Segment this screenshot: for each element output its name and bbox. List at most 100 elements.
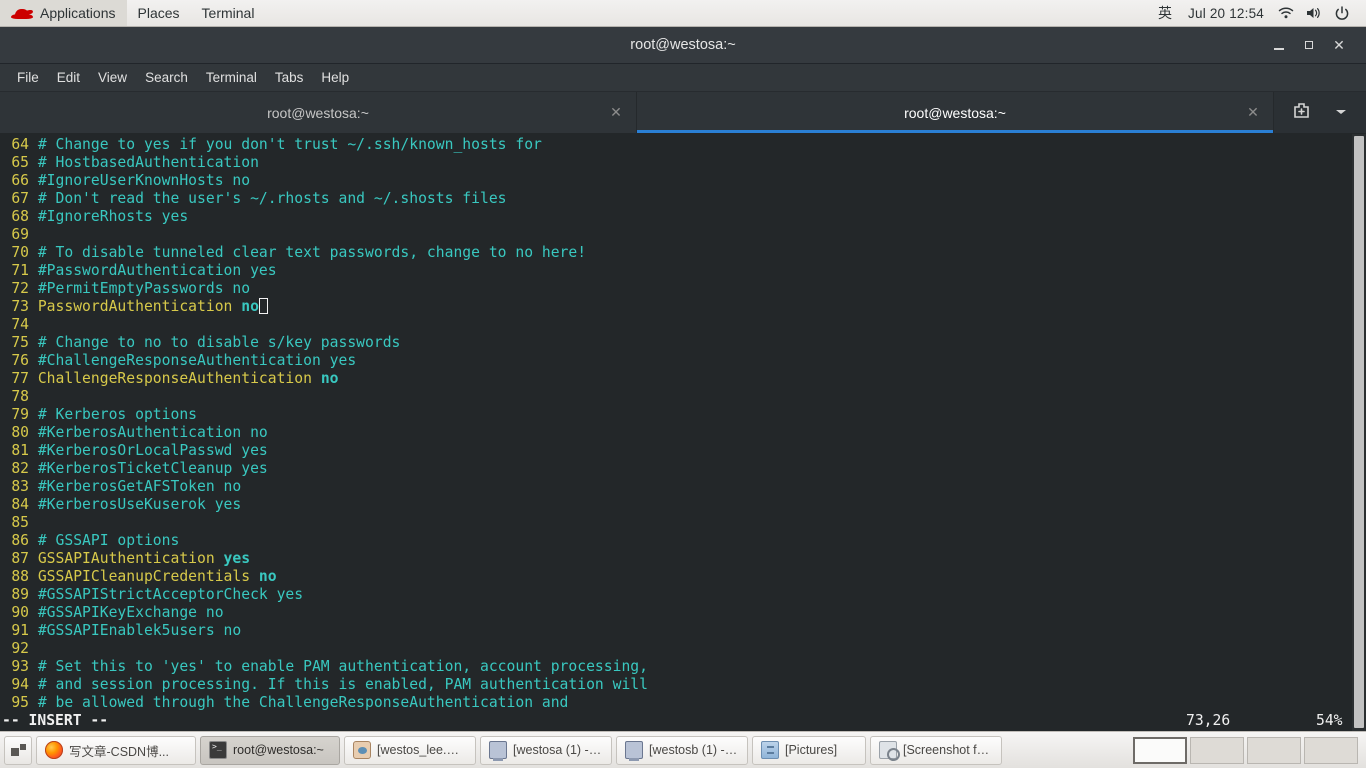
input-method-indicator[interactable]: 英: [1150, 3, 1180, 23]
menu-help[interactable]: Help: [312, 64, 358, 91]
editor-line: 82 #KerberosTicketCleanup yes: [0, 460, 1352, 478]
close-button[interactable]: ✕: [1324, 32, 1354, 58]
comment-text: # To disable tunneled clear text passwor…: [37, 244, 587, 261]
line-number: 81: [11, 442, 29, 459]
top-panel: Applications Places Terminal 英 Jul 20 12…: [0, 0, 1366, 27]
editor-line: 65 # HostbasedAuthentication: [0, 154, 1352, 172]
taskbar-item[interactable]: [Pictures]: [752, 735, 866, 765]
volume-icon[interactable]: [1300, 6, 1328, 20]
scrollbar-thumb[interactable]: [1354, 136, 1364, 728]
line-number: 90: [11, 604, 29, 621]
workspace-4[interactable]: [1304, 736, 1358, 764]
editor-line: 92: [0, 640, 1352, 658]
editor-line: 89 #GSSAPIStrictAcceptorCheck yes: [0, 586, 1352, 604]
comment-text: #KerberosTicketCleanup yes: [37, 460, 268, 477]
taskbar-item[interactable]: [westos_lee.wes...: [344, 735, 476, 765]
editor-line: 90 #GSSAPIKeyExchange no: [0, 604, 1352, 622]
comment-text: #IgnoreRhosts yes: [37, 208, 189, 225]
line-number: 75: [11, 334, 29, 351]
vim-status-line: -- INSERT -- 73,26 54%: [0, 711, 1352, 731]
line-number: 84: [11, 496, 29, 513]
taskbar-item[interactable]: [westosb (1) - V...: [616, 735, 748, 765]
line-number: 85: [11, 514, 29, 531]
tab-bar-actions: [1274, 92, 1366, 133]
taskbar-item[interactable]: [westosa (1) - Vi...: [480, 735, 612, 765]
chevron-down-icon[interactable]: [1334, 104, 1348, 122]
window-title-bar[interactable]: root@westosa:~ ✕: [0, 27, 1366, 64]
comment-text: #IgnoreUserKnownHosts no: [37, 172, 251, 189]
menu-file[interactable]: File: [8, 64, 48, 91]
workspace-1[interactable]: [1133, 736, 1187, 764]
editor-text-area[interactable]: 64 # Change to yes if you don't trust ~/…: [0, 134, 1352, 731]
monitor-icon: [625, 741, 643, 761]
file-percent: 54%: [1316, 712, 1343, 729]
config-key: GSSAPICleanupCredentials: [37, 568, 259, 585]
editor-line: 77 ChallengeResponseAuthentication no: [0, 370, 1352, 388]
wifi-icon[interactable]: [1272, 6, 1300, 20]
line-number: 78: [11, 388, 29, 405]
comment-text: # Change to yes if you don't trust ~/.ss…: [37, 136, 542, 153]
editor-line: 88 GSSAPICleanupCredentials no: [0, 568, 1352, 586]
applications-menu[interactable]: Applications: [0, 0, 127, 26]
menu-edit[interactable]: Edit: [48, 64, 89, 91]
comment-text: #KerberosGetAFSToken no: [37, 478, 242, 495]
line-number: 68: [11, 208, 29, 225]
taskbar-window-list: 写文章-CSDN博... root@westosa:~ [westos_lee.we…: [36, 735, 1002, 765]
editor-line: 84 #KerberosUseKuserok yes: [0, 496, 1352, 514]
editor-line: 79 # Kerberos options: [0, 406, 1352, 424]
taskbar-item-label: [westosa (1) - Vi...: [513, 743, 603, 757]
show-desktop-button[interactable]: [4, 735, 32, 765]
menu-tabs[interactable]: Tabs: [266, 64, 313, 91]
vim-mode-indicator: -- INSERT --: [2, 712, 109, 729]
comment-text: # Kerberos options: [37, 406, 198, 423]
comment-text: # HostbasedAuthentication: [37, 154, 259, 171]
taskbar-item[interactable]: root@westosa:~: [200, 735, 340, 765]
power-icon[interactable]: [1328, 5, 1356, 21]
line-number: 76: [11, 352, 29, 369]
workspace-2[interactable]: [1190, 736, 1244, 764]
editor-line: 70 # To disable tunneled clear text pass…: [0, 244, 1352, 262]
editor-line: 67 # Don't read the user's ~/.rhosts and…: [0, 190, 1352, 208]
tab-1[interactable]: root@westosa:~ ✕: [637, 92, 1274, 133]
terminal-menu[interactable]: Terminal: [191, 0, 266, 26]
taskbar-item[interactable]: [Screenshot fro...: [870, 735, 1002, 765]
menu-bar: File Edit View Search Terminal Tabs Help: [0, 64, 1366, 92]
line-number: 82: [11, 460, 29, 477]
config-key: ChallengeResponseAuthentication: [37, 370, 321, 387]
applications-menu-label: Applications: [40, 5, 116, 21]
top-panel-right: 英 Jul 20 12:54: [1150, 0, 1366, 26]
comment-text: #ChallengeResponseAuthentication yes: [37, 352, 357, 369]
editor-line: 85: [0, 514, 1352, 532]
line-number: 66: [11, 172, 29, 189]
editor-line: 78: [0, 388, 1352, 406]
comment-text: # Don't read the user's ~/.rhosts and ~/…: [37, 190, 507, 207]
tab-1-close-icon[interactable]: ✕: [1245, 104, 1261, 121]
menu-terminal[interactable]: Terminal: [197, 64, 266, 91]
menu-view[interactable]: View: [89, 64, 136, 91]
editor-line: 95 # be allowed through the ChallengeRes…: [0, 694, 1352, 712]
workspace-3[interactable]: [1247, 736, 1301, 764]
new-tab-icon[interactable]: [1292, 101, 1311, 125]
clock[interactable]: Jul 20 12:54: [1180, 6, 1272, 21]
window-controls: ✕: [1264, 32, 1366, 58]
terminal-body[interactable]: 64 # Change to yes if you don't trust ~/…: [0, 134, 1366, 731]
tab-0-close-icon[interactable]: ✕: [608, 104, 624, 121]
minimize-button[interactable]: [1264, 32, 1294, 58]
config-value: no: [258, 568, 277, 585]
line-number: 91: [11, 622, 29, 639]
comment-text: # and session processing. If this is ena…: [37, 676, 648, 693]
line-number: 95: [11, 694, 29, 711]
workspace-switcher: [1133, 736, 1362, 764]
line-number: 92: [11, 640, 29, 657]
places-menu[interactable]: Places: [127, 0, 191, 26]
editor-line: 80 #KerberosAuthentication no: [0, 424, 1352, 442]
terminal-scrollbar[interactable]: [1352, 134, 1366, 731]
menu-search[interactable]: Search: [136, 64, 197, 91]
taskbar-item[interactable]: 写文章-CSDN博...: [36, 735, 196, 765]
maximize-button[interactable]: [1294, 32, 1324, 58]
tab-0[interactable]: root@westosa:~ ✕: [0, 92, 637, 133]
line-number: 94: [11, 676, 29, 693]
taskbar-item-label: 写文章-CSDN博...: [69, 744, 170, 759]
editor-line: 93 # Set this to 'yes' to enable PAM aut…: [0, 658, 1352, 676]
editor-line: 66 #IgnoreUserKnownHosts no: [0, 172, 1352, 190]
